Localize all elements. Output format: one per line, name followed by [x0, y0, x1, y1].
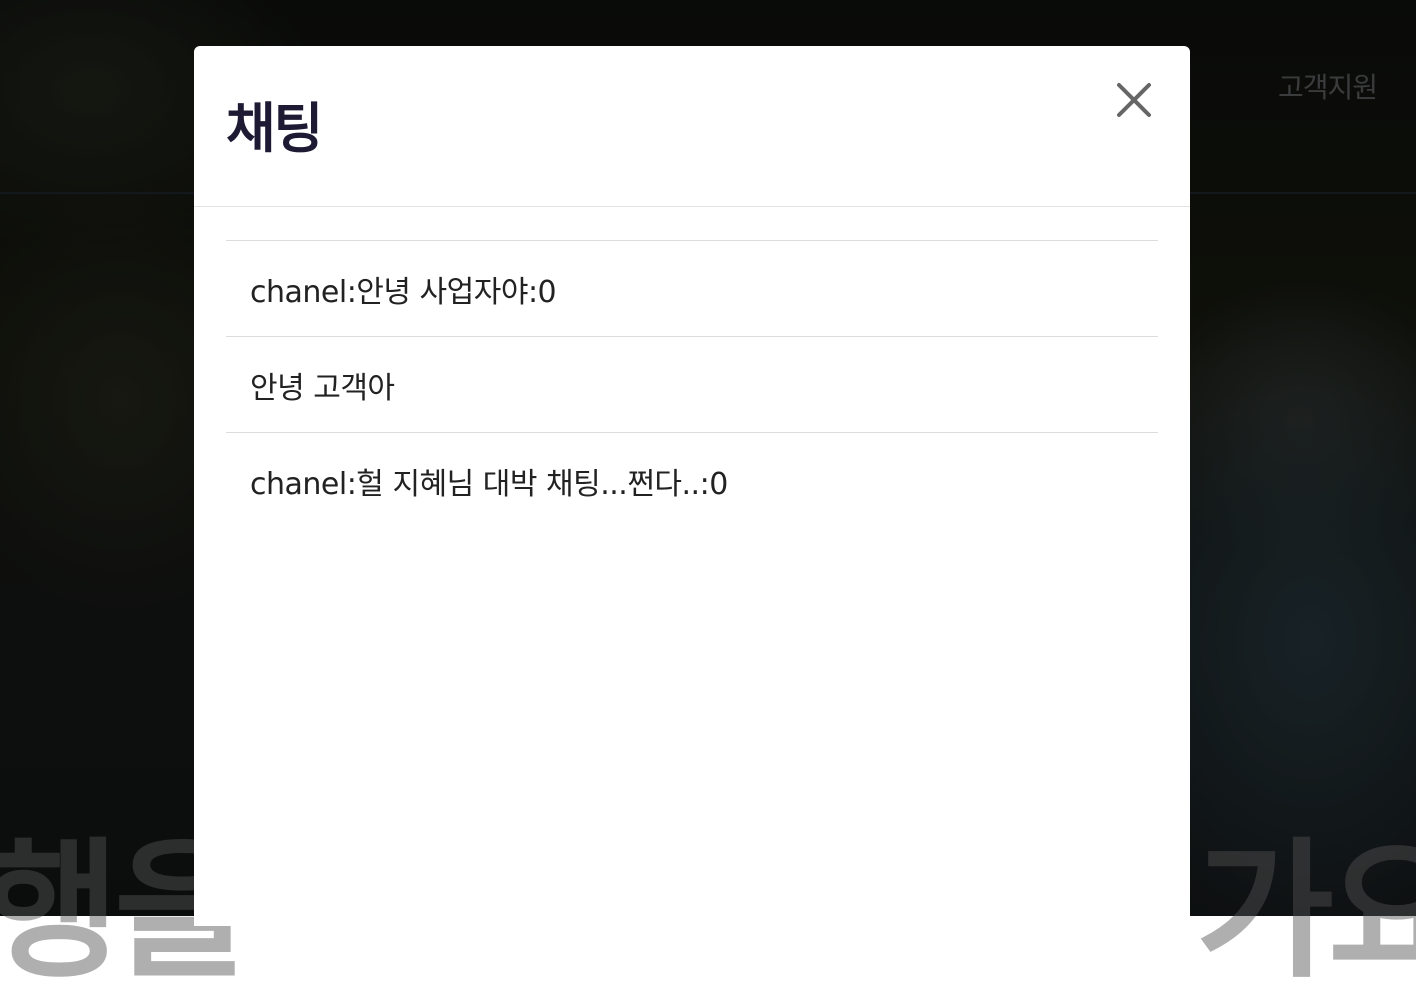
- chat-body: chanel:안녕 사업자야:0 안녕 고객아 chanel:헐 지혜님 대박 …: [226, 240, 1158, 528]
- close-button[interactable]: [1114, 80, 1154, 120]
- close-icon: [1117, 83, 1151, 117]
- chat-modal: 채팅 chanel:안녕 사업자야:0 안녕 고객아 chanel:헐 지혜님 …: [194, 46, 1190, 926]
- modal-header: 채팅: [194, 46, 1190, 207]
- chat-message: chanel:안녕 사업자야:0: [226, 240, 1158, 336]
- modal-title: 채팅: [226, 97, 323, 160]
- chat-message: 안녕 고객아: [226, 336, 1158, 432]
- chat-message: chanel:헐 지혜님 대박 채팅...쩐다..:0: [226, 432, 1158, 528]
- message-list: chanel:안녕 사업자야:0 안녕 고객아 chanel:헐 지혜님 대박 …: [226, 240, 1158, 528]
